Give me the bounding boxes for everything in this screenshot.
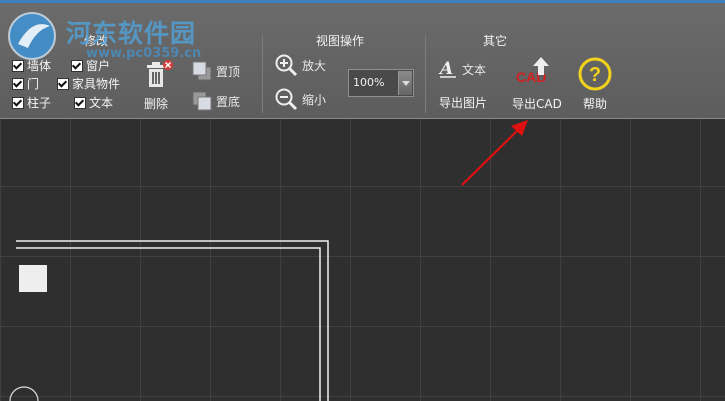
pillar-shape[interactable] bbox=[19, 265, 47, 292]
rotate-handle-icon[interactable] bbox=[9, 386, 39, 401]
site-logo-icon bbox=[8, 12, 56, 60]
watermark-site-name: 河东软件园 bbox=[66, 19, 197, 48]
annotation-arrow-line bbox=[461, 125, 523, 186]
wall-outline-inner bbox=[16, 247, 321, 401]
watermark: 河东软件园 www.pc0359.cn bbox=[0, 0, 240, 70]
watermark-url: www.pc0359.cn bbox=[86, 46, 202, 61]
wall-outline-outer bbox=[16, 240, 329, 401]
